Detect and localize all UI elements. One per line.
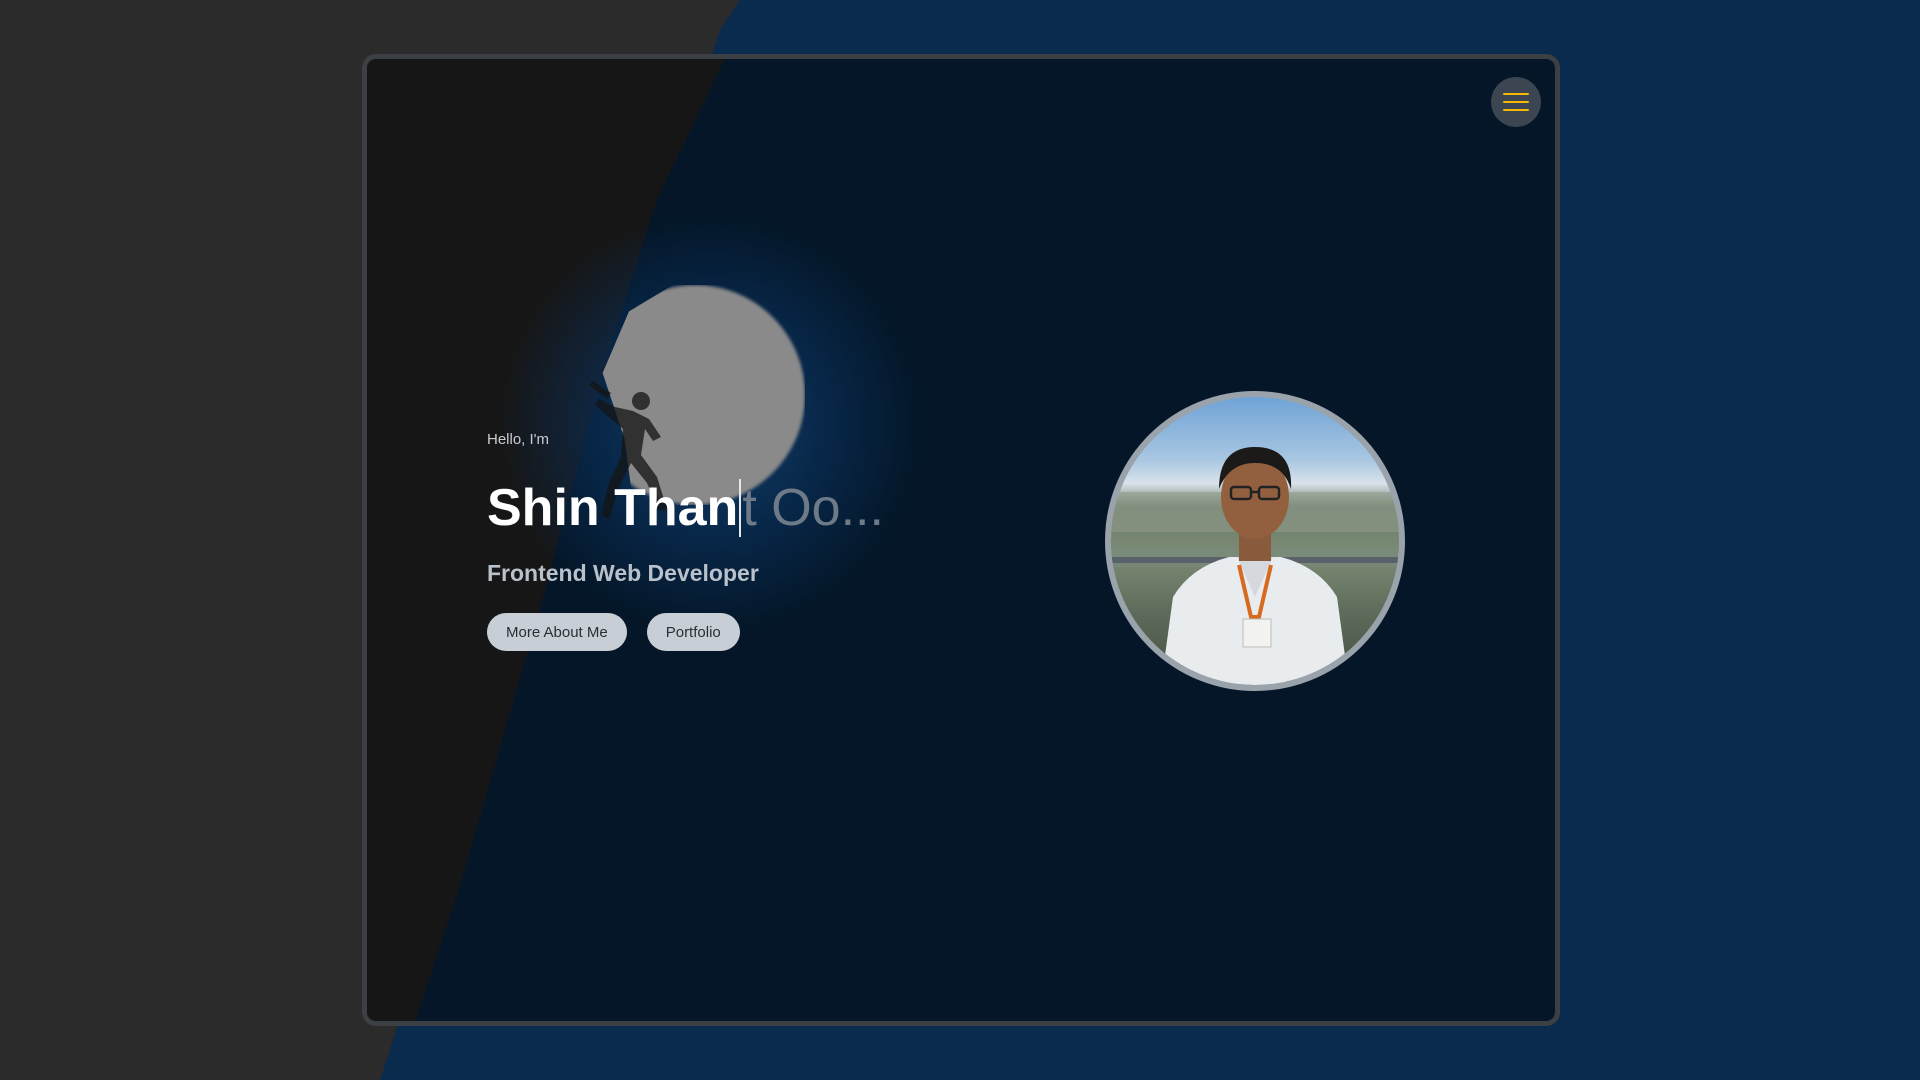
hamburger-menu-icon xyxy=(1503,93,1529,95)
hero-buttons: More About Me Portfolio xyxy=(487,613,884,651)
hero-text: Hello, I'm Shin Than t Oo... Frontend We… xyxy=(487,431,884,651)
menu-button[interactable] xyxy=(1491,77,1541,127)
greeting-text: Hello, I'm xyxy=(487,431,550,448)
hamburger-menu-icon-line xyxy=(1503,101,1529,103)
more-about-me-button[interactable]: More About Me xyxy=(487,613,627,651)
name-heading: Shin Than t Oo... xyxy=(487,478,884,538)
typing-caret xyxy=(739,479,742,537)
profile-photo xyxy=(1111,447,1399,685)
name-typed-text: Shin Than xyxy=(487,479,739,537)
role-subtitle: Frontend Web Developer xyxy=(487,560,759,586)
portfolio-button[interactable]: Portfolio xyxy=(646,613,740,651)
avatar xyxy=(1105,391,1405,691)
hamburger-menu-icon-line xyxy=(1503,109,1529,111)
hero-frame: Hello, I'm Shin Than t Oo... Frontend We… xyxy=(362,54,1560,1026)
name-ghost-text: t Oo... xyxy=(742,479,884,537)
